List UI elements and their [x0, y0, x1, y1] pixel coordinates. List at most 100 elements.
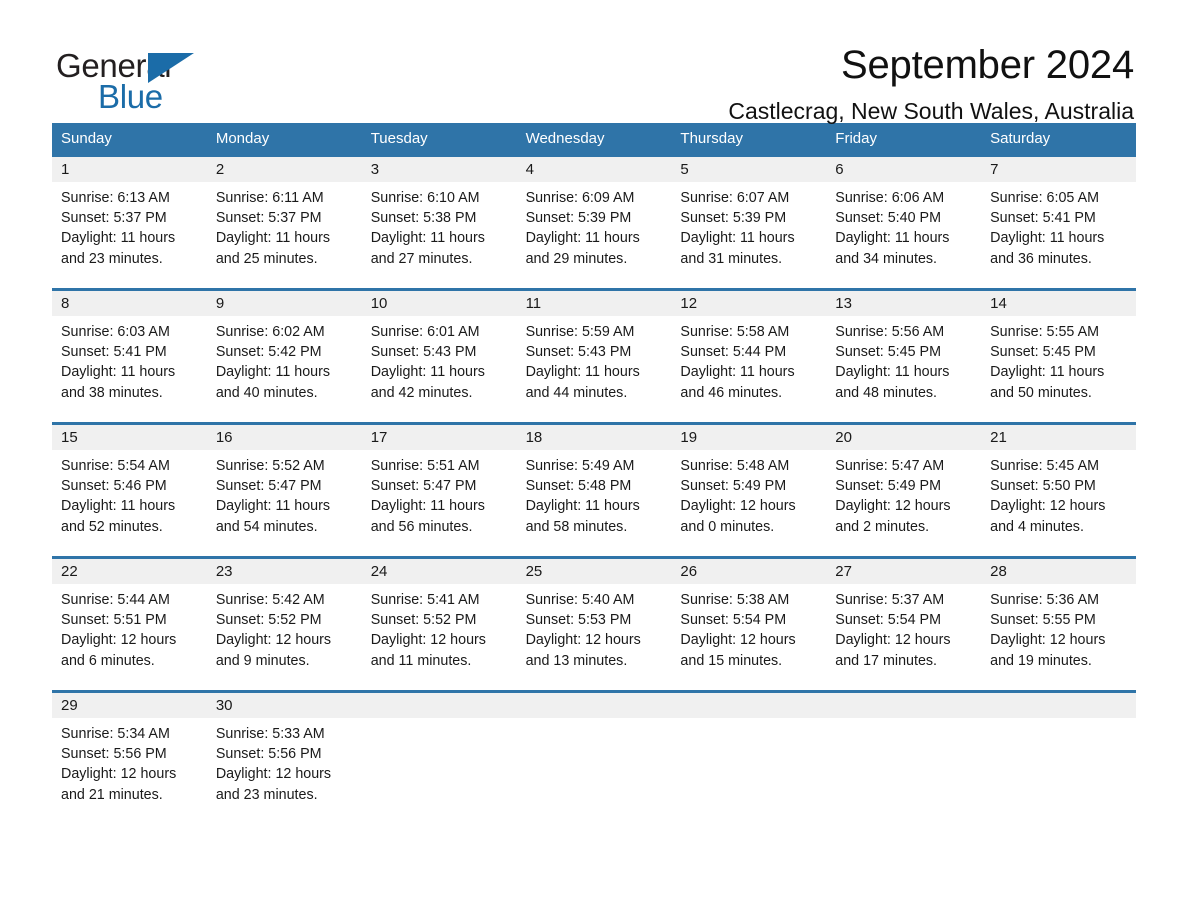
day-cell[interactable]: Sunrise: 5:40 AM Sunset: 5:53 PM Dayligh…: [517, 590, 672, 690]
day-cell[interactable]: Sunrise: 5:49 AM Sunset: 5:48 PM Dayligh…: [517, 456, 672, 556]
day-number[interactable]: 29: [52, 693, 207, 718]
day-number[interactable]: 10: [362, 291, 517, 316]
day-number[interactable]: 5: [671, 157, 826, 182]
day-cell[interactable]: Sunrise: 5:48 AM Sunset: 5:49 PM Dayligh…: [671, 456, 826, 556]
daylight-text: Daylight: 12 hours and 0 minutes.: [680, 498, 796, 535]
day-cell[interactable]: Sunrise: 5:36 AM Sunset: 5:55 PM Dayligh…: [981, 590, 1136, 690]
sunrise-text: Sunrise: 5:42 AM: [215, 592, 325, 608]
week-detail-row: Sunrise: 5:34 AM Sunset: 5:56 PM Dayligh…: [52, 718, 1136, 818]
day-number[interactable]: 9: [207, 291, 362, 316]
day-number[interactable]: 26: [671, 559, 826, 584]
day-number[interactable]: 2: [207, 157, 362, 182]
day-cell[interactable]: Sunrise: 6:01 AM Sunset: 5:43 PM Dayligh…: [362, 322, 517, 422]
sunset-text: Sunset: 5:47 PM: [215, 478, 322, 495]
daylight-text: Daylight: 12 hours and 4 minutes.: [990, 498, 1106, 535]
sunrise-text: Sunrise: 5:55 AM: [990, 324, 1100, 340]
day-cell[interactable]: Sunrise: 5:44 AM Sunset: 5:51 PM Dayligh…: [52, 590, 207, 690]
day-number[interactable]: 18: [517, 425, 672, 450]
day-cell[interactable]: Sunrise: 5:41 AM Sunset: 5:52 PM Dayligh…: [362, 590, 517, 690]
day-number[interactable]: 13: [826, 291, 981, 316]
week-daynumber-band: 29 30: [52, 693, 1136, 718]
sunrise-text: Sunrise: 5:59 AM: [525, 324, 635, 340]
day-cell[interactable]: Sunrise: 6:11 AM Sunset: 5:37 PM Dayligh…: [207, 188, 362, 288]
day-cell[interactable]: Sunrise: 6:09 AM Sunset: 5:39 PM Dayligh…: [517, 188, 672, 288]
day-number[interactable]: 22: [52, 559, 207, 584]
day-cell[interactable]: Sunrise: 6:05 AM Sunset: 5:41 PM Dayligh…: [981, 188, 1136, 288]
calendar-grid: Sunday Monday Tuesday Wednesday Thursday…: [52, 123, 1136, 818]
daylight-text: Daylight: 11 hours and 52 minutes.: [61, 498, 176, 535]
day-number[interactable]: 1: [52, 157, 207, 182]
day-number[interactable]: 30: [207, 693, 362, 718]
day-cell[interactable]: Sunrise: 5:51 AM Sunset: 5:47 PM Dayligh…: [362, 456, 517, 556]
day-cell[interactable]: Sunrise: 5:52 AM Sunset: 5:47 PM Dayligh…: [207, 456, 362, 556]
sunrise-text: Sunrise: 5:40 AM: [525, 592, 635, 608]
day-cell[interactable]: Sunrise: 5:37 AM Sunset: 5:54 PM Dayligh…: [826, 590, 981, 690]
day-cell-empty: [362, 724, 517, 818]
day-number[interactable]: 21: [981, 425, 1136, 450]
day-cell[interactable]: Sunrise: 6:06 AM Sunset: 5:40 PM Dayligh…: [826, 188, 981, 288]
day-cell[interactable]: Sunrise: 5:45 AM Sunset: 5:50 PM Dayligh…: [981, 456, 1136, 556]
sunrise-text: Sunrise: 5:47 AM: [835, 458, 945, 474]
daylight-text: Daylight: 12 hours and 2 minutes.: [835, 498, 951, 535]
sunset-text: Sunset: 5:44 PM: [680, 344, 787, 361]
day-cell[interactable]: Sunrise: 6:10 AM Sunset: 5:38 PM Dayligh…: [362, 188, 517, 288]
sunrise-text: Sunrise: 6:03 AM: [61, 324, 170, 340]
sunset-text: Sunset: 5:56 PM: [61, 746, 167, 763]
day-cell[interactable]: Sunrise: 5:38 AM Sunset: 5:54 PM Dayligh…: [671, 590, 826, 690]
sunrise-text: Sunrise: 5:48 AM: [680, 458, 790, 474]
sunset-text: Sunset: 5:45 PM: [990, 344, 1096, 361]
sunset-text: Sunset: 5:40 PM: [835, 210, 941, 227]
day-number[interactable]: 28: [981, 559, 1136, 584]
day-number[interactable]: 25: [517, 559, 672, 584]
day-number-empty: [517, 693, 672, 718]
day-number[interactable]: 27: [826, 559, 981, 584]
day-number[interactable]: 15: [52, 425, 207, 450]
sunset-text: Sunset: 5:41 PM: [990, 210, 1096, 227]
day-cell[interactable]: Sunrise: 6:03 AM Sunset: 5:41 PM Dayligh…: [52, 322, 207, 422]
day-cell[interactable]: Sunrise: 5:47 AM Sunset: 5:49 PM Dayligh…: [826, 456, 981, 556]
day-number[interactable]: 6: [826, 157, 981, 182]
day-cell[interactable]: Sunrise: 6:02 AM Sunset: 5:42 PM Dayligh…: [207, 322, 362, 422]
week-daynumber-band: 22 23 24 25 26 27 28: [52, 559, 1136, 584]
daylight-text: Daylight: 11 hours and 46 minutes.: [680, 364, 795, 401]
day-number[interactable]: 20: [826, 425, 981, 450]
day-cell[interactable]: Sunrise: 5:34 AM Sunset: 5:56 PM Dayligh…: [52, 724, 207, 818]
day-cell[interactable]: Sunrise: 5:54 AM Sunset: 5:46 PM Dayligh…: [52, 456, 207, 556]
day-cell[interactable]: Sunrise: 6:13 AM Sunset: 5:37 PM Dayligh…: [52, 188, 207, 288]
day-number[interactable]: 16: [207, 425, 362, 450]
day-number[interactable]: 7: [981, 157, 1136, 182]
day-cell[interactable]: Sunrise: 5:33 AM Sunset: 5:56 PM Dayligh…: [207, 724, 362, 818]
day-number[interactable]: 24: [362, 559, 517, 584]
sunrise-text: Sunrise: 5:44 AM: [61, 592, 170, 608]
day-number[interactable]: 8: [52, 291, 207, 316]
daylight-text: Daylight: 12 hours and 19 minutes.: [990, 632, 1106, 669]
day-number[interactable]: 3: [362, 157, 517, 182]
day-number[interactable]: 23: [207, 559, 362, 584]
day-number[interactable]: 4: [517, 157, 672, 182]
sunrise-text: Sunrise: 5:51 AM: [370, 458, 480, 474]
sunset-text: Sunset: 5:49 PM: [835, 478, 941, 495]
day-cell[interactable]: Sunrise: 5:58 AM Sunset: 5:44 PM Dayligh…: [671, 322, 826, 422]
sunrise-text: Sunrise: 6:06 AM: [835, 190, 945, 206]
sunrise-text: Sunrise: 5:58 AM: [680, 324, 790, 340]
day-number[interactable]: 12: [671, 291, 826, 316]
day-cell[interactable]: Sunrise: 5:42 AM Sunset: 5:52 PM Dayligh…: [207, 590, 362, 690]
sunrise-text: Sunrise: 6:02 AM: [215, 324, 325, 340]
day-cell[interactable]: Sunrise: 5:59 AM Sunset: 5:43 PM Dayligh…: [517, 322, 672, 422]
sunset-text: Sunset: 5:39 PM: [680, 210, 787, 227]
day-cell[interactable]: Sunrise: 5:55 AM Sunset: 5:45 PM Dayligh…: [981, 322, 1136, 422]
sunset-text: Sunset: 5:52 PM: [370, 612, 477, 629]
sunset-text: Sunset: 5:48 PM: [525, 478, 632, 495]
sunset-text: Sunset: 5:54 PM: [835, 612, 941, 629]
daylight-text: Daylight: 11 hours and 36 minutes.: [990, 230, 1105, 267]
day-cell[interactable]: Sunrise: 5:56 AM Sunset: 5:45 PM Dayligh…: [826, 322, 981, 422]
day-number[interactable]: 11: [517, 291, 672, 316]
day-number[interactable]: 17: [362, 425, 517, 450]
daylight-text: Daylight: 11 hours and 56 minutes.: [370, 498, 485, 535]
day-number[interactable]: 19: [671, 425, 826, 450]
dow-header-monday: Monday: [215, 130, 270, 147]
day-cell[interactable]: Sunrise: 6:07 AM Sunset: 5:39 PM Dayligh…: [671, 188, 826, 288]
day-number[interactable]: 14: [981, 291, 1136, 316]
sunset-text: Sunset: 5:37 PM: [61, 210, 167, 227]
week-daynumber-band: 1 2 3 4 5 6 7: [52, 157, 1136, 182]
